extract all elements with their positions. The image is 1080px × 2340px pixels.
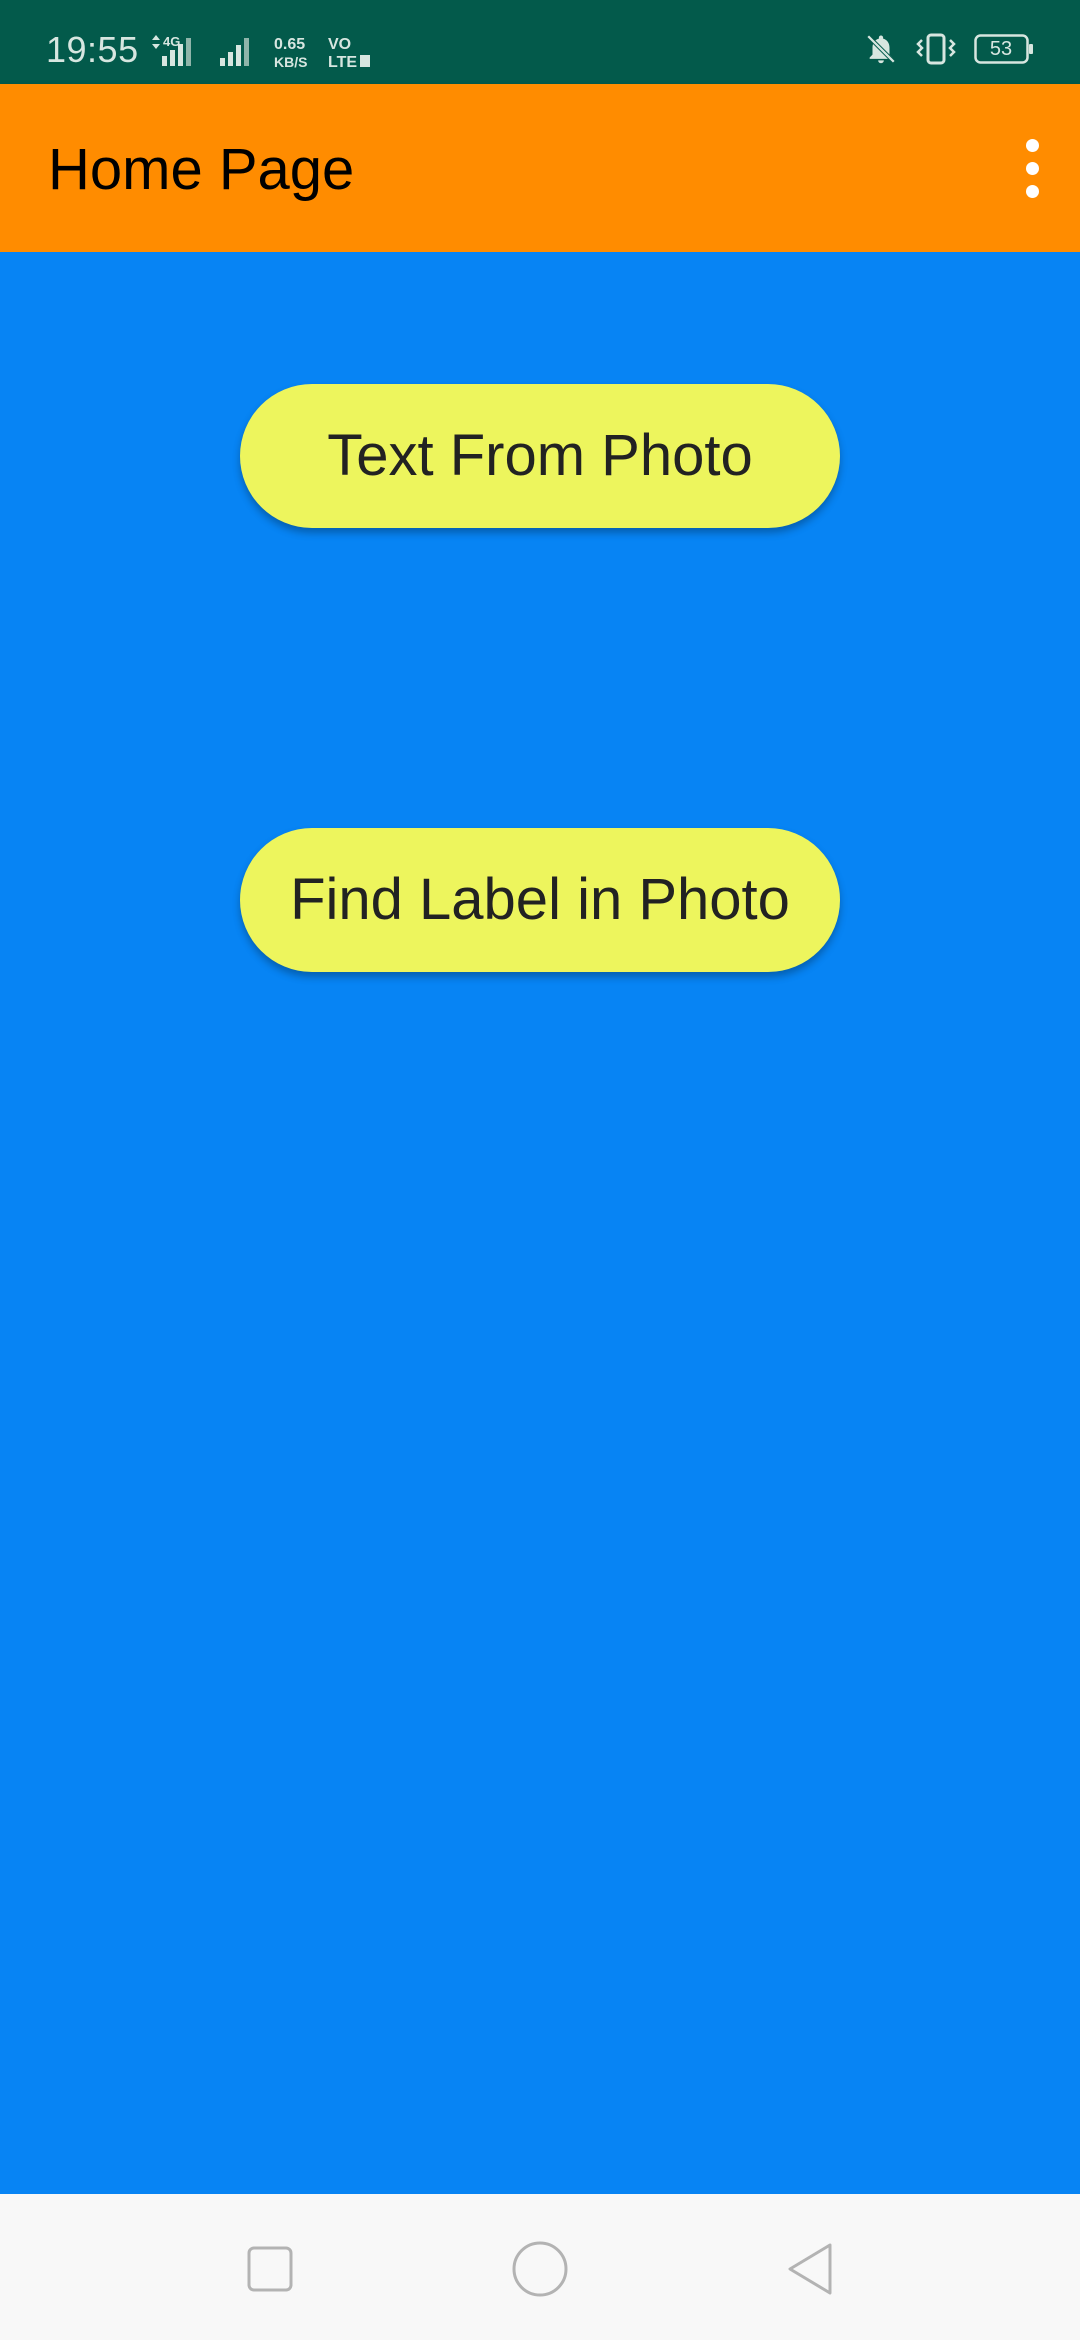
page-title: Home Page <box>48 137 355 202</box>
volte-icon: VO LTE <box>328 36 370 71</box>
main-content: Text From Photo Find Label in Photo <box>0 252 1080 2194</box>
battery-icon: 53 <box>974 34 1034 64</box>
back-triangle-icon[interactable] <box>775 2234 845 2304</box>
more-vert-icon[interactable] <box>1000 124 1064 212</box>
home-circle-icon[interactable] <box>505 2234 575 2304</box>
network-type-text: 4G <box>163 34 180 49</box>
volte-top-text: VO <box>328 36 351 53</box>
status-bar: 19:55 4G 0.65 KB/S VO LTE 53 <box>0 0 1080 84</box>
status-right-icons: 53 <box>864 32 1034 66</box>
status-left-icons: 4G 0.65 KB/S VO LTE <box>152 34 370 71</box>
recents-square-icon[interactable] <box>235 2234 305 2304</box>
app-bar: Home Page <box>0 84 1080 252</box>
text-from-photo-button[interactable]: Text From Photo <box>240 384 840 528</box>
vibrate-icon <box>916 33 956 65</box>
menu-dot <box>1025 184 1039 198</box>
find-label-in-photo-button[interactable]: Find Label in Photo <box>240 828 840 972</box>
battery-level: 53 <box>989 38 1013 60</box>
volte-bottom-text: LTE <box>328 54 357 71</box>
menu-dot <box>1025 161 1039 175</box>
navigation-bar <box>0 2194 1080 2340</box>
network-speed-unit: KB/S <box>274 54 307 70</box>
signal-4g-icon: 4G <box>152 34 191 66</box>
menu-dot <box>1025 138 1039 152</box>
network-speed-value: 0.65 <box>274 36 305 53</box>
status-time: 19:55 <box>46 29 139 70</box>
notifications-off-icon <box>866 34 896 64</box>
signal-icon <box>220 38 249 66</box>
